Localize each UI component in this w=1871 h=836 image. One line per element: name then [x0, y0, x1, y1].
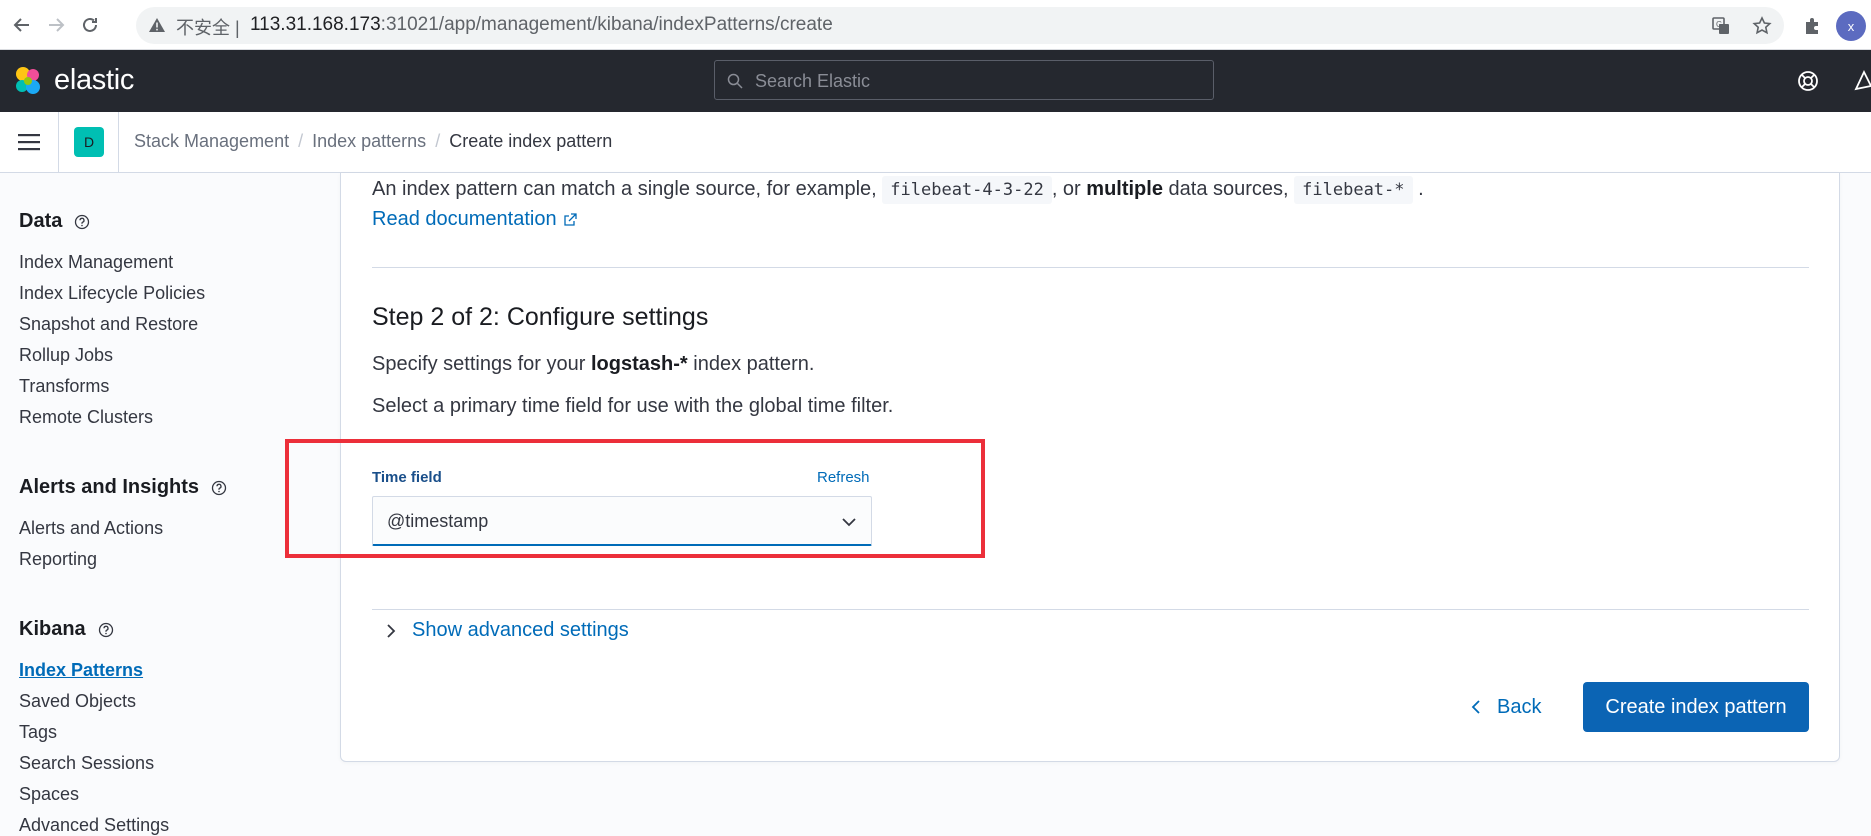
help-icon[interactable]: [74, 214, 90, 230]
sidebar-item-tags[interactable]: Tags: [19, 722, 57, 743]
insecure-label: 不安全 |: [176, 18, 240, 38]
breadcrumb-separator: /: [298, 131, 304, 151]
chevron-down-icon: [841, 514, 857, 530]
sidebar-item-remote-clusters[interactable]: Remote Clusters: [19, 407, 153, 428]
divider: [118, 112, 119, 173]
newsfeed-icon[interactable]: [1854, 69, 1871, 93]
star-icon[interactable]: [1750, 14, 1774, 38]
forward-arrow-icon[interactable]: [43, 12, 69, 38]
elastic-logo-icon[interactable]: [12, 65, 44, 97]
back-arrow-icon[interactable]: [9, 12, 35, 38]
sidebar-item-transforms[interactable]: Transforms: [19, 376, 109, 397]
sidebar-section-data: Data: [19, 210, 90, 233]
code-example: filebeat-*: [1294, 176, 1413, 204]
time-field-instruction: Select a primary time field for use with…: [372, 395, 894, 417]
specify-settings-text: Specify settings for your logstash-* ind…: [372, 353, 815, 375]
refresh-link[interactable]: Refresh: [817, 469, 870, 486]
sidebar-section-title: Data: [19, 210, 63, 232]
space-avatar[interactable]: D: [74, 127, 104, 157]
chevron-right-icon: [386, 623, 412, 639]
read-documentation-link[interactable]: Read documentation: [372, 208, 577, 231]
create-index-pattern-panel: An index pattern can match a single sour…: [285, 173, 1840, 762]
breadcrumb-current: Create index pattern: [449, 131, 613, 151]
sidebar-item-alerts-and-actions[interactable]: Alerts and Actions: [19, 518, 163, 539]
intro-text: An index pattern can match a single sour…: [372, 176, 1424, 204]
divider: [372, 609, 1809, 610]
external-link-icon: [557, 212, 577, 227]
show-advanced-settings-button[interactable]: Show advanced settings: [386, 619, 629, 642]
sidebar-item-index-management[interactable]: Index Management: [19, 252, 173, 273]
menu-icon[interactable]: [18, 132, 40, 152]
time-field-label: Time field: [372, 469, 442, 486]
kibana-header: elastic Search Elastic: [0, 50, 1871, 112]
global-search-input[interactable]: Search Elastic: [714, 60, 1214, 100]
elastic-logo-text[interactable]: elastic: [54, 64, 134, 97]
breadcrumb-index-patterns[interactable]: Index patterns: [312, 131, 426, 152]
sidebar-item-advanced-settings[interactable]: Advanced Settings: [19, 815, 169, 836]
help-icon[interactable]: [1796, 69, 1820, 93]
chevron-left-icon: [1471, 699, 1497, 715]
step-title: Step 2 of 2: Configure settings: [372, 303, 709, 331]
sidebar-item-reporting[interactable]: Reporting: [19, 549, 97, 570]
sidebar-item-search-sessions[interactable]: Search Sessions: [19, 753, 154, 774]
sidebar-section-alerts-and-insights: Alerts and Insights: [19, 476, 227, 499]
translate-icon[interactable]: G: [1709, 14, 1733, 38]
svg-text:G: G: [1716, 20, 1722, 29]
sidebar-section-title: Kibana: [19, 618, 86, 640]
sidebar-item-spaces[interactable]: Spaces: [19, 784, 79, 805]
help-icon[interactable]: [98, 622, 114, 638]
search-icon: [727, 73, 743, 89]
reload-icon[interactable]: [77, 12, 103, 38]
warning-icon[interactable]: [148, 17, 166, 33]
sidebar-item-index-patterns[interactable]: Index Patterns: [19, 660, 143, 681]
divider: [372, 267, 1809, 268]
url-text[interactable]: 113.31.168.173:31021/app/management/kiba…: [250, 14, 833, 36]
profile-avatar[interactable]: x: [1836, 11, 1866, 41]
sidebar-item-index-lifecycle-policies[interactable]: Index Lifecycle Policies: [19, 283, 205, 304]
sidebar-section-title: Alerts and Insights: [19, 476, 200, 498]
help-icon[interactable]: [211, 480, 227, 496]
divider: [58, 112, 59, 173]
create-index-pattern-button[interactable]: Create index pattern: [1583, 682, 1809, 732]
breadcrumb-stack-management[interactable]: Stack Management: [134, 131, 289, 152]
sidebar-item-rollup-jobs[interactable]: Rollup Jobs: [19, 345, 113, 366]
time-field-select[interactable]: @timestamp: [372, 496, 872, 546]
time-field-value: @timestamp: [387, 511, 489, 531]
sidebar-section-kibana: Kibana: [19, 618, 114, 641]
breadcrumb-separator: /: [435, 131, 441, 151]
back-button[interactable]: Back: [1471, 682, 1541, 732]
browser-toolbar: 不安全 | 113.31.168.173:31021/app/managemen…: [0, 0, 1871, 50]
breadcrumb: Stack Management / Index patterns / Crea…: [134, 131, 612, 152]
extensions-icon[interactable]: [1800, 14, 1824, 38]
search-placeholder: Search Elastic: [755, 71, 871, 91]
sidebar-item-snapshot-and-restore[interactable]: Snapshot and Restore: [19, 314, 198, 335]
code-example: filebeat-4-3-22: [882, 176, 1052, 204]
sidebar-item-saved-objects[interactable]: Saved Objects: [19, 691, 136, 712]
breadcrumb-bar: D Stack Management / Index patterns / Cr…: [0, 112, 1871, 173]
